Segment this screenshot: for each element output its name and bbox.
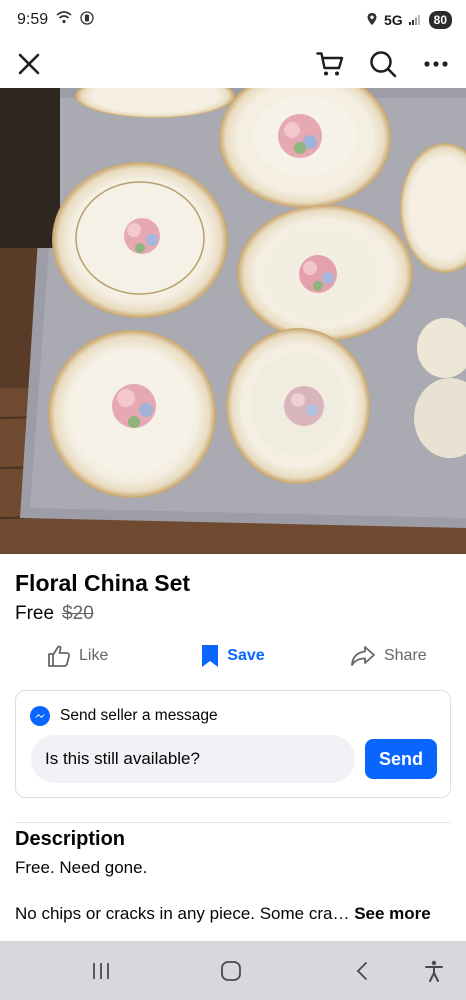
status-left: 9:59 <box>17 10 94 30</box>
back-button[interactable] <box>344 953 380 989</box>
cart-icon <box>316 52 344 76</box>
bookmark-icon <box>202 645 219 667</box>
network-label: 5G <box>383 12 403 28</box>
like-label: Like <box>78 647 109 664</box>
description-text-more: No chips or cracks in any piece. Some cr… <box>15 904 455 924</box>
status-right: 5G 80 <box>366 11 452 29</box>
original-price: $20 <box>62 603 94 624</box>
home-icon <box>221 961 241 981</box>
close-icon <box>18 53 40 75</box>
search-button[interactable] <box>363 44 403 84</box>
message-input[interactable] <box>31 735 355 783</box>
listing-photo[interactable] <box>0 88 466 554</box>
battery-badge: 80 <box>428 11 452 29</box>
like-button[interactable]: Like <box>0 638 155 674</box>
see-more-link[interactable]: See more <box>354 904 431 923</box>
share-label: Share <box>383 647 427 664</box>
status-time: 9:59 <box>17 11 49 28</box>
recents-button[interactable] <box>83 953 119 989</box>
message-seller-card: Send seller a message Send <box>15 690 451 798</box>
description-text: Free. Need gone. <box>15 858 148 877</box>
thumbs-up-icon <box>48 645 71 667</box>
listing-title: Floral China Set <box>15 570 191 596</box>
accessibility-icon <box>425 960 443 982</box>
back-icon <box>356 962 367 980</box>
save-button[interactable]: Save <box>155 638 310 674</box>
wifi-icon <box>56 11 72 29</box>
share-button[interactable]: Share <box>311 638 466 674</box>
close-button[interactable] <box>9 44 49 84</box>
china-set-image <box>0 88 466 554</box>
message-heading-label: Send seller a message <box>60 707 218 724</box>
share-icon <box>351 646 375 666</box>
top-nav <box>0 40 466 88</box>
vibrate-icon <box>80 10 94 30</box>
recents-icon <box>93 963 109 979</box>
accessibility-button[interactable] <box>416 953 452 989</box>
more-icon <box>424 61 448 67</box>
search-icon <box>370 51 397 78</box>
save-label: Save <box>227 647 265 664</box>
action-bar: Like Save Share <box>0 638 466 674</box>
messenger-icon <box>30 706 50 726</box>
cart-button[interactable] <box>310 44 350 84</box>
section-divider <box>15 822 451 823</box>
home-button[interactable] <box>213 953 249 989</box>
location-icon <box>366 12 378 29</box>
signal-icon <box>408 12 423 28</box>
price-row: Free $20 <box>15 603 94 625</box>
system-nav-bar <box>0 941 466 1000</box>
price: Free <box>15 603 55 624</box>
description-preview: No chips or cracks in any piece. Some cr… <box>15 904 350 923</box>
message-heading: Send seller a message <box>30 706 218 726</box>
status-bar: 9:59 5G 80 <box>0 0 466 40</box>
description-heading: Description <box>15 828 126 850</box>
more-button[interactable] <box>416 44 456 84</box>
send-button[interactable]: Send <box>365 739 437 779</box>
